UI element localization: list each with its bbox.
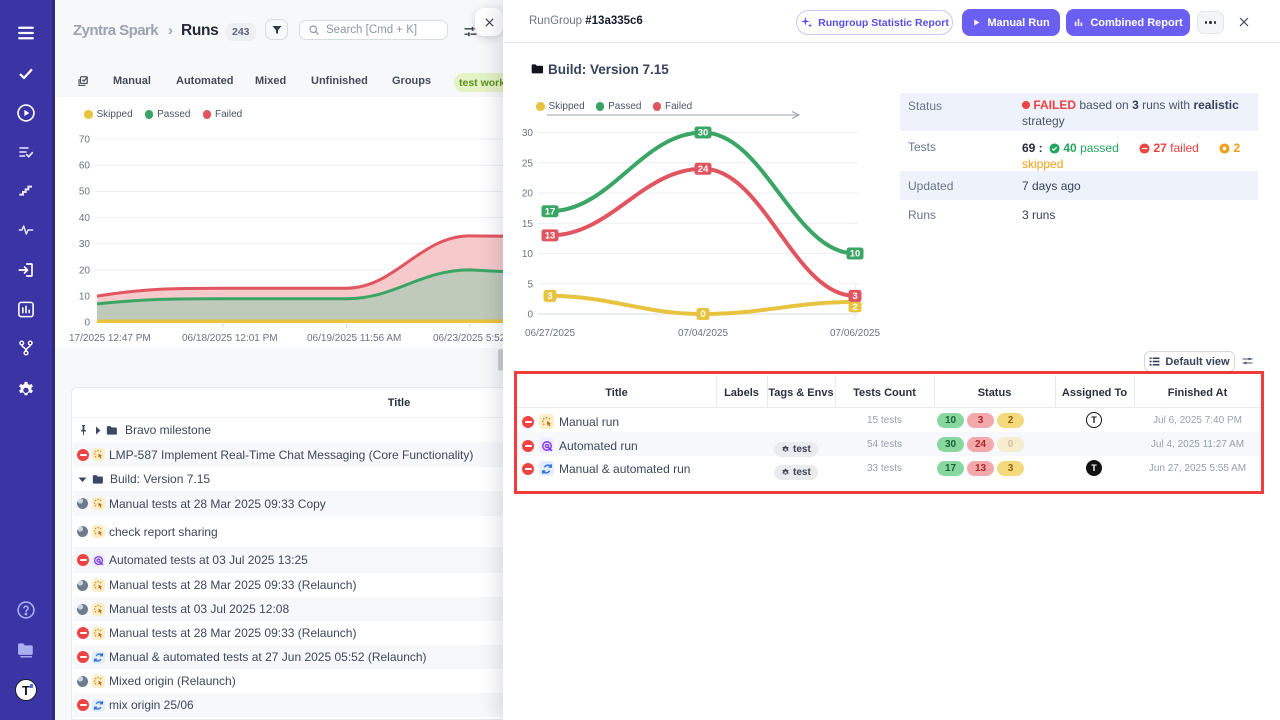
svg-text:06/27/2025: 06/27/2025	[525, 328, 575, 339]
svg-text:20: 20	[522, 189, 534, 200]
svg-text:5: 5	[527, 280, 533, 291]
svg-text:3: 3	[547, 291, 552, 302]
svg-text:30: 30	[522, 128, 534, 139]
svg-text:50: 50	[79, 187, 91, 198]
svg-text:0: 0	[84, 318, 90, 329]
svg-text:10: 10	[850, 249, 861, 260]
svg-text:10: 10	[522, 249, 534, 260]
svg-text:06/18/2025 12:01 PM: 06/18/2025 12:01 PM	[182, 333, 278, 344]
svg-text:0: 0	[700, 309, 705, 320]
svg-text:07/04/2025: 07/04/2025	[678, 328, 728, 339]
svg-text:17/2025 12:47 PM: 17/2025 12:47 PM	[69, 333, 151, 344]
svg-text:70: 70	[79, 135, 91, 146]
svg-text:60: 60	[79, 161, 91, 172]
svg-text:17: 17	[545, 206, 556, 217]
svg-text:0: 0	[527, 310, 533, 321]
svg-text:10: 10	[79, 292, 91, 303]
svg-text:06/19/2025 11:56 AM: 06/19/2025 11:56 AM	[307, 333, 401, 344]
svg-text:13: 13	[545, 231, 556, 242]
svg-text:40: 40	[79, 213, 91, 224]
svg-text:25: 25	[522, 159, 534, 170]
svg-text:30: 30	[698, 128, 709, 139]
svg-text:30: 30	[79, 239, 91, 250]
svg-text:2: 2	[852, 302, 857, 313]
svg-text:07/06/2025: 07/06/2025	[830, 328, 880, 339]
svg-text:24: 24	[698, 164, 709, 175]
svg-text:3: 3	[852, 291, 857, 302]
svg-text:15: 15	[522, 219, 534, 230]
svg-text:20: 20	[79, 266, 91, 277]
